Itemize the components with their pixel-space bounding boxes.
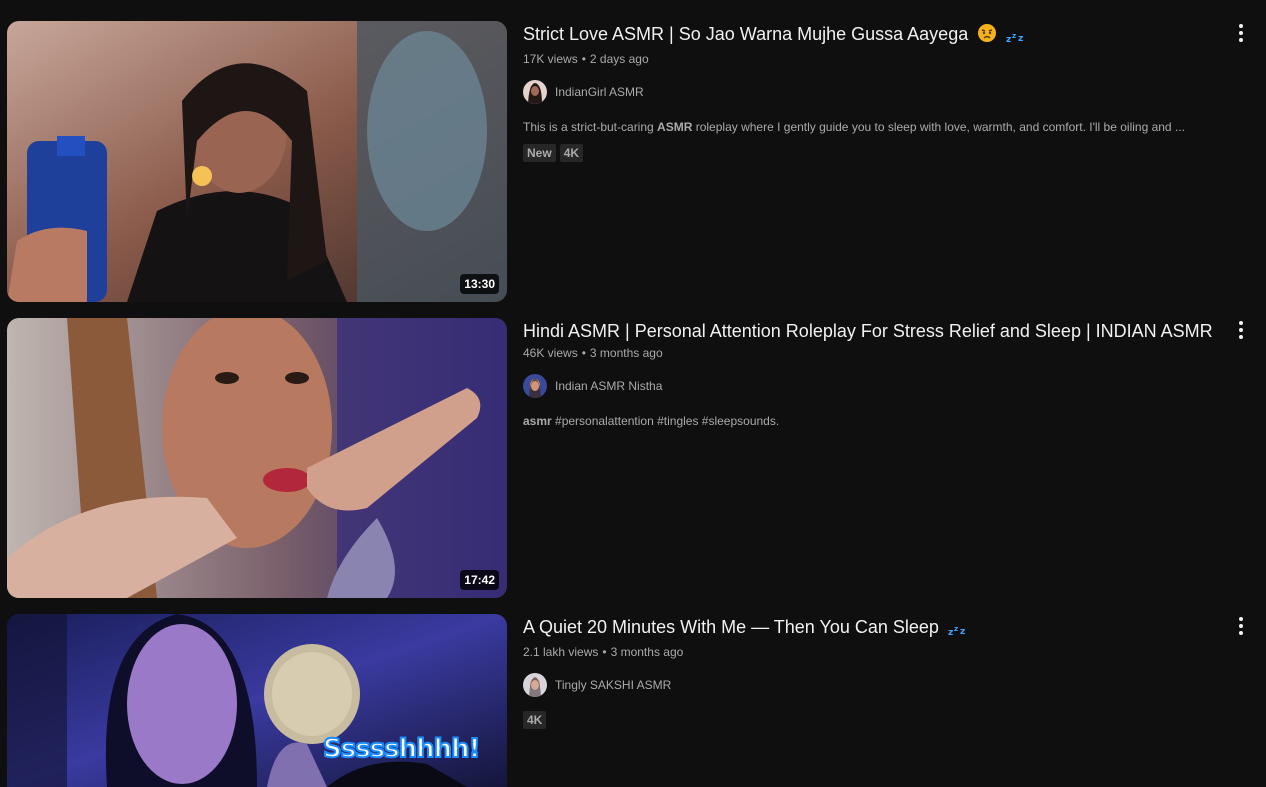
- more-options-icon[interactable]: [1229, 21, 1253, 45]
- view-count: 46K views: [523, 346, 578, 360]
- view-count: 2.1 lakh views: [523, 645, 599, 659]
- video-info: Hindi ASMR | Personal Attention Roleplay…: [507, 318, 1259, 598]
- channel-link[interactable]: IndianGirl ASMR: [523, 80, 1259, 104]
- video-title-text[interactable]: Strict Love ASMR | So Jao Warna Mujhe Gu…: [523, 24, 968, 44]
- angry-face-icon: [977, 23, 997, 50]
- desc-text: This is a strict-but-caring: [523, 120, 658, 134]
- video-result[interactable]: 13:30 Strict Love ASMR | So Jao Warna Mu…: [7, 21, 1259, 302]
- upload-age: 3 months ago: [610, 645, 684, 659]
- duration-badge: 17:42: [460, 570, 499, 590]
- channel-name[interactable]: IndianGirl ASMR: [555, 85, 644, 99]
- svg-text:z: z: [960, 627, 965, 636]
- view-count: 17K views: [523, 52, 578, 66]
- more-options-icon[interactable]: [1229, 318, 1253, 342]
- video-description: asmr #personalattention #tingles #sleeps…: [523, 412, 1259, 430]
- svg-text:z: z: [1012, 32, 1016, 40]
- video-title[interactable]: Strict Love ASMR | So Jao Warna Mujhe Gu…: [523, 21, 1259, 50]
- video-thumbnail[interactable]: 17:42: [7, 318, 507, 598]
- zzz-icon: zzz: [1006, 24, 1026, 50]
- 4k-badge: 4K: [523, 711, 547, 729]
- svg-text:z: z: [1006, 35, 1011, 43]
- desc-text: roleplay where I gently guide you to sle…: [692, 120, 1185, 134]
- video-thumbnail[interactable]: 13:30: [7, 21, 507, 302]
- video-title-text[interactable]: Hindi ASMR | Personal Attention Roleplay…: [523, 321, 1213, 341]
- avatar[interactable]: [523, 80, 547, 104]
- desc-highlight: asmr: [523, 414, 552, 428]
- video-title[interactable]: A Quiet 20 Minutes With Me — Then You Ca…: [523, 614, 1259, 643]
- video-description: This is a strict-but-caring ASMR rolepla…: [523, 118, 1259, 136]
- avatar[interactable]: [523, 673, 547, 697]
- upload-age: 2 days ago: [589, 52, 649, 66]
- channel-link[interactable]: Tingly SAKSHI ASMR: [523, 673, 1259, 697]
- desc-text: #personalattention #tingles #sleepsounds…: [551, 414, 780, 428]
- video-meta: 46K views • 3 months ago: [523, 346, 663, 360]
- thumbnail-image: [7, 318, 507, 598]
- video-thumbnail[interactable]: Ssssshhhh!: [7, 614, 507, 787]
- duration-badge: 13:30: [460, 274, 499, 294]
- channel-name[interactable]: Indian ASMR Nistha: [555, 379, 662, 393]
- video-meta: 17K views • 2 days ago: [523, 52, 649, 66]
- video-meta: 2.1 lakh views • 3 months ago: [523, 645, 684, 659]
- badge-row: 4K: [523, 711, 1259, 729]
- channel-link[interactable]: Indian ASMR Nistha: [523, 374, 1259, 398]
- desc-highlight: ASMR: [657, 120, 693, 134]
- video-info: Strict Love ASMR | So Jao Warna Mujhe Gu…: [507, 21, 1259, 302]
- thumbnail-image: [7, 21, 507, 302]
- zzz-icon: zzz: [948, 617, 968, 643]
- video-info: A Quiet 20 Minutes With Me — Then You Ca…: [507, 614, 1259, 787]
- thumbnail-caption: Ssssshhhh!: [322, 733, 482, 765]
- channel-name[interactable]: Tingly SAKSHI ASMR: [555, 678, 671, 692]
- svg-text:z: z: [948, 628, 953, 636]
- video-title-text[interactable]: A Quiet 20 Minutes With Me — Then You Ca…: [523, 617, 939, 637]
- avatar[interactable]: [523, 374, 547, 398]
- svg-text:z: z: [954, 625, 958, 633]
- video-result[interactable]: 17:42 Hindi ASMR | Personal Attention Ro…: [7, 318, 1259, 598]
- svg-text:z: z: [1018, 34, 1023, 43]
- badge-row: New 4K: [523, 144, 1259, 162]
- 4k-badge: 4K: [559, 144, 584, 162]
- more-options-icon[interactable]: [1229, 614, 1253, 638]
- new-badge: New: [523, 144, 556, 162]
- video-result[interactable]: Ssssshhhh! A Quiet 20 Minutes With Me — …: [7, 614, 1259, 787]
- video-title[interactable]: Hindi ASMR | Personal Attention Roleplay…: [523, 318, 1259, 344]
- upload-age: 3 months ago: [589, 346, 663, 360]
